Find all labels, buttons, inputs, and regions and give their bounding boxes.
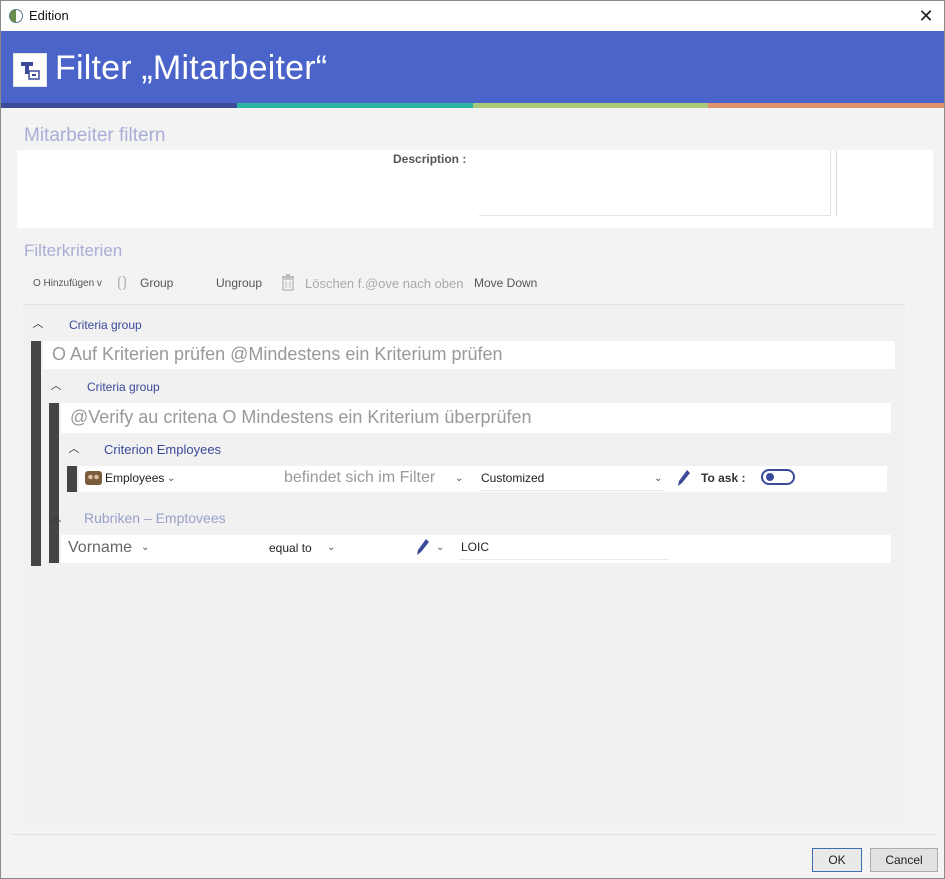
- section-title-filter: Filterkriterien: [24, 241, 123, 260]
- trash-icon: [281, 274, 295, 294]
- collapse-caret-icon[interactable]: ︿: [32, 318, 44, 330]
- to-ask-label: To ask :: [701, 471, 746, 485]
- chevron-down-icon[interactable]: ⌄: [167, 473, 175, 484]
- group-mode-row[interactable]: O Auf Kriterien prüfen @Mindestens ein K…: [43, 341, 895, 369]
- stripe: [1, 103, 237, 108]
- toggle-knob: [766, 473, 774, 481]
- window-titlebar: Edition ✕: [1, 1, 944, 31]
- criteria-toolbar: O Hinzufügen v ⟮⟯ Group Ungroup Löschen …: [23, 271, 903, 299]
- criterion-operator[interactable]: befindet sich im Filter: [284, 469, 435, 487]
- chevron-down-icon[interactable]: ⌄: [654, 473, 662, 484]
- move-down-button[interactable]: Move Down: [474, 276, 537, 290]
- group-mode-text: O Auf Kriterien prüfen @Mindestens ein K…: [52, 344, 503, 364]
- chevron-down-icon[interactable]: ⌄: [436, 542, 444, 553]
- description-input[interactable]: [479, 150, 831, 216]
- section-title-general: Mitarbeiter filtern: [24, 125, 166, 146]
- criterion-label: Criterion Employees: [104, 442, 222, 457]
- criterion-bar: [49, 535, 59, 563]
- divider: [836, 150, 837, 216]
- description-panel: Description :: [17, 150, 933, 228]
- chevron-down-icon[interactable]: ⌄: [327, 542, 335, 553]
- page-title: Filter „Mitarbeiter“: [55, 49, 328, 87]
- window-title: Edition: [29, 8, 69, 23]
- cancel-button[interactable]: Cancel: [870, 848, 938, 872]
- collapse-caret-icon[interactable]: ︿: [50, 380, 62, 392]
- header-stripes: [1, 103, 944, 108]
- criterion-row: Vorname ⌄ equal to ⌄ ⌄ LOIC: [61, 535, 891, 563]
- chevron-down-icon[interactable]: ⌄: [141, 542, 149, 553]
- to-ask-toggle[interactable]: [761, 469, 795, 485]
- group-mode-text: @Verify au critena O Mindestens ein Krit…: [70, 407, 532, 427]
- header-banner: Filter „Mitarbeiter“: [1, 31, 944, 104]
- add-button[interactable]: O Hinzufügen v: [33, 278, 102, 289]
- close-icon[interactable]: ✕: [914, 4, 938, 28]
- stripe: [236, 103, 473, 108]
- app-icon: [9, 9, 23, 23]
- rubrics-label: Rubriken – Emptovees: [84, 510, 226, 526]
- rubric-value-input[interactable]: LOIC: [461, 540, 489, 554]
- divider: [11, 834, 936, 835]
- collapse-caret-icon[interactable]: ︿: [68, 443, 80, 455]
- criteria-tree: ︿ Criteria group O Auf Kriterien prüfen …: [23, 304, 905, 826]
- description-label: Description :: [393, 152, 467, 166]
- stripe: [708, 103, 944, 108]
- edition-window: Edition ✕ Filter „Mitarbeiter“ Mitarbeit…: [0, 0, 945, 879]
- criterion-bar: [67, 466, 77, 492]
- collapse-caret-icon[interactable]: ︿: [50, 512, 62, 524]
- delete-button[interactable]: Löschen f.@ove nach oben: [305, 276, 463, 291]
- criteria-group-label: Criteria group: [87, 380, 160, 394]
- criterion-row: Employees ⌄ befindet sich im Filter ⌄ Cu…: [79, 466, 887, 492]
- ok-button[interactable]: OK: [812, 848, 862, 872]
- criterion-value-select[interactable]: Customized: [481, 471, 544, 485]
- employees-icon: [85, 470, 102, 489]
- group-mode-row[interactable]: @Verify au critena O Mindestens ein Krit…: [61, 403, 891, 433]
- divider: [479, 490, 665, 491]
- divider: [459, 559, 669, 560]
- rubric-operator[interactable]: equal to: [269, 541, 312, 555]
- rubric-field[interactable]: Vorname: [68, 539, 132, 557]
- criterion-field[interactable]: Employees: [105, 471, 164, 485]
- pencil-icon[interactable]: [677, 469, 691, 490]
- pencil-icon[interactable]: [416, 538, 430, 559]
- group-button[interactable]: Group: [140, 276, 173, 290]
- stripe: [472, 103, 709, 108]
- criteria-group-label: Criteria group: [69, 318, 142, 332]
- filter-app-icon: [13, 53, 47, 87]
- chevron-down-icon[interactable]: ⌄: [455, 473, 463, 484]
- group-bar: [31, 341, 41, 566]
- ungroup-button[interactable]: Ungroup: [216, 276, 262, 290]
- group-icon: ⟮⟯: [117, 274, 127, 291]
